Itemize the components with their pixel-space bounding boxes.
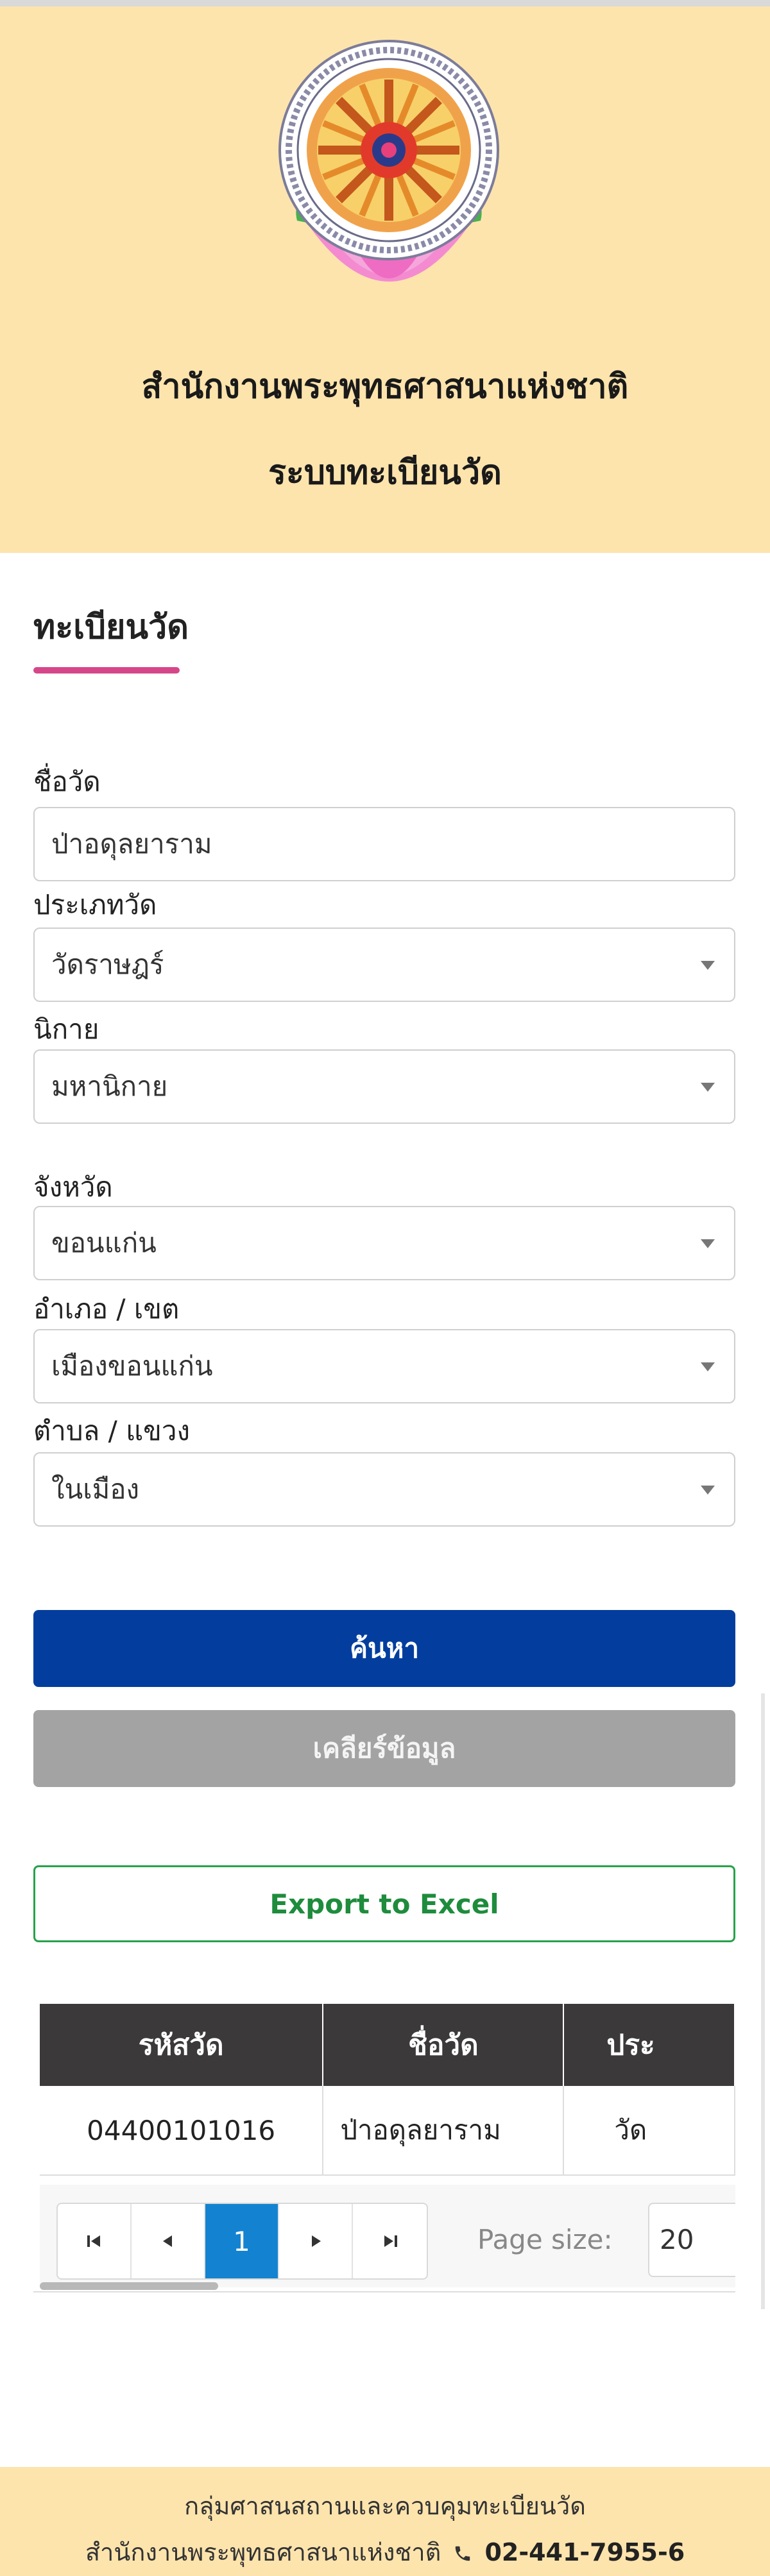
temple-type-value: วัดราษฎร์: [51, 949, 164, 980]
temple-type-select[interactable]: วัดราษฎร์: [33, 928, 735, 1002]
next-page-icon[interactable]: [279, 2204, 353, 2278]
prev-page-icon[interactable]: [132, 2204, 205, 2278]
chevron-down-icon: [701, 961, 715, 970]
district-select[interactable]: เมืองขอนแก่น: [33, 1329, 735, 1403]
results-table-container: รหัสวัด ชื่อวัด ประ 04400101016 ป่าอดุลย…: [33, 1999, 735, 2292]
district-value: เมืองขอนแก่น: [51, 1350, 213, 1382]
results-table: รหัสวัด ชื่อวัด ประ 04400101016 ป่าอดุลย…: [40, 2004, 735, 2176]
temple-type-label: ประเภทวัด: [33, 889, 157, 920]
title-underline: [33, 667, 180, 674]
vertical-scrollbar[interactable]: [761, 1693, 765, 2309]
cell-temple-name: ป่าอดุลยาราม: [323, 2086, 565, 2176]
sect-select[interactable]: มหานิกาย: [33, 1049, 735, 1124]
subdistrict-label: ตำบล / แขวง: [33, 1415, 190, 1446]
footer-division-name: กลุ่มศาสนสถานและควบคุมทะเบียนวัด: [184, 2492, 586, 2520]
first-page-icon[interactable]: [58, 2204, 132, 2278]
district-label: อำเภอ / เขต: [33, 1293, 180, 1325]
organization-name: สำนักงานพระพุทธศาสนาแห่งชาติ: [141, 368, 629, 406]
page-size-label: Page size:: [477, 2224, 613, 2255]
column-header-temple-type[interactable]: ประ: [563, 2004, 735, 2086]
province-value: ขอนแก่น: [51, 1227, 157, 1258]
cell-temple-code: 04400101016: [40, 2086, 324, 2176]
last-page-icon[interactable]: [353, 2204, 427, 2278]
table-row[interactable]: 04400101016 ป่าอดุลยาราม วัด: [40, 2086, 735, 2176]
clear-button[interactable]: เคลียร์ข้อมูล: [33, 1710, 735, 1787]
subdistrict-value: ในเมือง: [51, 1473, 139, 1505]
province-select[interactable]: ขอนแก่น: [33, 1206, 735, 1280]
column-header-temple-name[interactable]: ชื่อวัด: [323, 2004, 565, 2086]
system-name: ระบบทะเบียนวัด: [268, 453, 502, 492]
chevron-down-icon: [701, 1083, 715, 1092]
cell-temple-type: วัด: [563, 2086, 735, 2176]
footer-org-name: สำนักงานพระพุทธศาสนาแห่งชาติ: [85, 2538, 441, 2566]
chevron-down-icon: [701, 1362, 715, 1371]
chevron-down-icon: [701, 1239, 715, 1248]
province-label: จังหวัด: [33, 1171, 113, 1203]
sect-label: นิกาย: [33, 1013, 99, 1045]
temple-emblem-logo: [278, 40, 499, 282]
export-excel-button[interactable]: Export to Excel: [33, 1865, 735, 1942]
phone-icon: [449, 2538, 477, 2566]
sect-value: มหานิกาย: [51, 1071, 168, 1102]
footer-contact-line: สำนักงานพระพุทธศาสนาแห่งชาติ 02-441-7955…: [0, 2532, 770, 2572]
horizontal-scrollbar[interactable]: [40, 2282, 218, 2290]
temple-name-input[interactable]: ป่าอดุลยาราม: [33, 807, 735, 881]
temple-name-label: ชื่อวัด: [33, 766, 101, 797]
top-status-strip-overlay: [0, 0, 770, 6]
footer-phone-number[interactable]: 02-441-7955-6: [484, 2538, 685, 2566]
column-header-temple-code[interactable]: รหัสวัด: [40, 2004, 324, 2086]
search-button[interactable]: ค้นหา: [33, 1610, 735, 1687]
page-title: ทะเบียนวัด: [33, 608, 189, 647]
pager-bar: 1 Page size: 20: [40, 2185, 735, 2287]
table-header-row: รหัสวัด ชื่อวัด ประ: [40, 2004, 735, 2086]
page-1-button[interactable]: 1: [205, 2204, 279, 2278]
subdistrict-select[interactable]: ในเมือง: [33, 1452, 735, 1527]
temple-name-value: ป่าอดุลยาราม: [51, 828, 212, 860]
page-size-input[interactable]: 20: [648, 2203, 735, 2277]
pagination: 1: [56, 2203, 428, 2280]
chevron-down-icon: [701, 1486, 715, 1495]
